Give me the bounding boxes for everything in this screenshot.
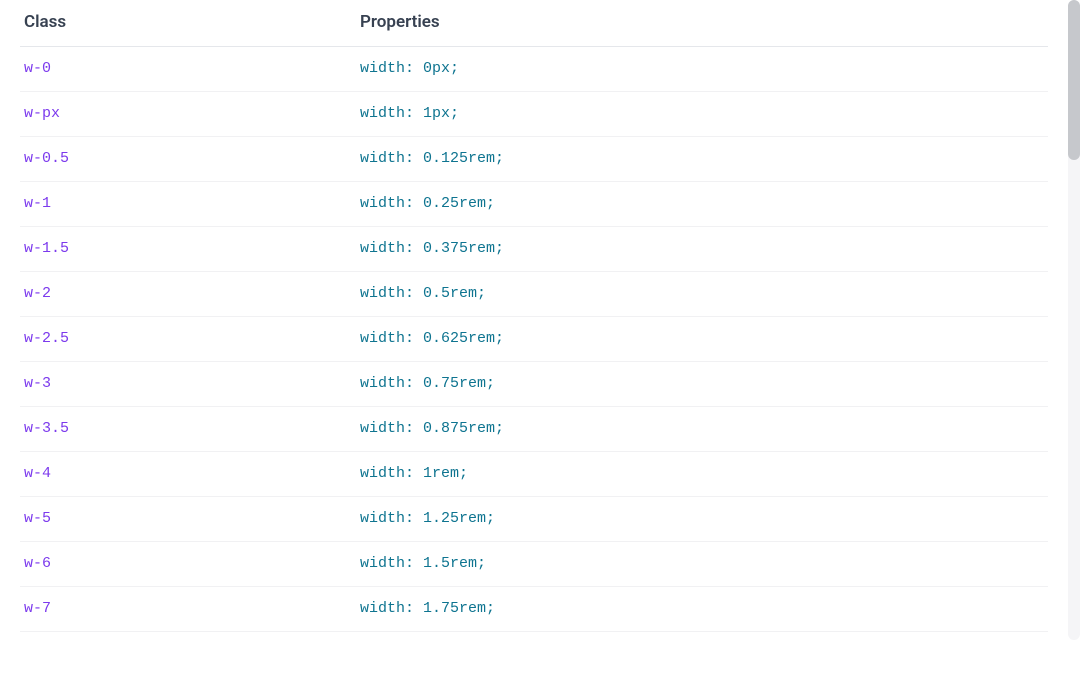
class-name-cell: w-4 xyxy=(20,452,356,497)
css-property-cell: width: 0px; xyxy=(356,47,1048,92)
table-header-class: Class xyxy=(20,0,356,47)
css-property-cell: width: 1.25rem; xyxy=(356,497,1048,542)
table-row: w-0.5width: 0.125rem; xyxy=(20,137,1048,182)
css-property-cell: width: 0.625rem; xyxy=(356,317,1048,362)
css-property-cell: width: 0.25rem; xyxy=(356,182,1048,227)
class-name-cell: w-8 xyxy=(20,632,356,641)
css-property-cell: width: 0.5rem; xyxy=(356,272,1048,317)
table-row: w-0width: 0px; xyxy=(20,47,1048,92)
table-row: w-2.5width: 0.625rem; xyxy=(20,317,1048,362)
table-body: w-0width: 0px;w-pxwidth: 1px;w-0.5width:… xyxy=(20,47,1048,641)
class-name-cell: w-0.5 xyxy=(20,137,356,182)
class-name-cell: w-2 xyxy=(20,272,356,317)
table-row: w-1.5width: 0.375rem; xyxy=(20,227,1048,272)
table-row: w-5width: 1.25rem; xyxy=(20,497,1048,542)
class-name-cell: w-px xyxy=(20,92,356,137)
css-property-cell: width: 1px; xyxy=(356,92,1048,137)
table-row: w-2width: 0.5rem; xyxy=(20,272,1048,317)
class-name-cell: w-1 xyxy=(20,182,356,227)
table-header-properties: Properties xyxy=(356,0,1048,47)
css-property-cell: width: 2rem; xyxy=(356,632,1048,641)
css-property-cell: width: 0.75rem; xyxy=(356,362,1048,407)
table-row: w-8width: 2rem; xyxy=(20,632,1048,641)
css-property-cell: width: 1.75rem; xyxy=(356,587,1048,632)
class-name-cell: w-6 xyxy=(20,542,356,587)
table-row: w-3width: 0.75rem; xyxy=(20,362,1048,407)
class-name-cell: w-0 xyxy=(20,47,356,92)
class-name-cell: w-3.5 xyxy=(20,407,356,452)
class-name-cell: w-3 xyxy=(20,362,356,407)
width-reference-table: Class Properties w-0width: 0px;w-pxwidth… xyxy=(20,0,1048,640)
css-property-cell: width: 1.5rem; xyxy=(356,542,1048,587)
table-row: w-6width: 1.5rem; xyxy=(20,542,1048,587)
table-row: w-1width: 0.25rem; xyxy=(20,182,1048,227)
css-property-cell: width: 0.125rem; xyxy=(356,137,1048,182)
css-property-cell: width: 1rem; xyxy=(356,452,1048,497)
class-name-cell: w-2.5 xyxy=(20,317,356,362)
class-name-cell: w-7 xyxy=(20,587,356,632)
table-row: w-7width: 1.75rem; xyxy=(20,587,1048,632)
class-name-cell: w-5 xyxy=(20,497,356,542)
css-property-cell: width: 0.875rem; xyxy=(356,407,1048,452)
table-row: w-3.5width: 0.875rem; xyxy=(20,407,1048,452)
class-name-cell: w-1.5 xyxy=(20,227,356,272)
css-property-cell: width: 0.375rem; xyxy=(356,227,1048,272)
table-row: w-pxwidth: 1px; xyxy=(20,92,1048,137)
scrollbar-thumb[interactable] xyxy=(1068,0,1080,160)
table-row: w-4width: 1rem; xyxy=(20,452,1048,497)
reference-table-container[interactable]: Class Properties w-0width: 0px;w-pxwidth… xyxy=(0,0,1068,640)
scrollbar-track[interactable] xyxy=(1068,0,1080,640)
